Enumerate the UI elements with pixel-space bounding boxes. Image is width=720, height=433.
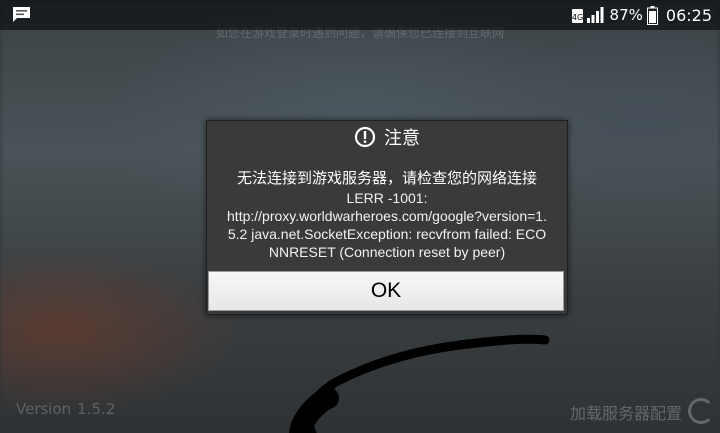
connection-error-dialog: 注意 无法连接到游戏服务器，请检查您的网络连接 LERR -1001: http… — [206, 120, 568, 315]
signal-strength-icon: 4G — [571, 7, 604, 23]
battery-icon — [646, 5, 658, 25]
error-message-zh: 无法连接到游戏服务器，请检查您的网络连接 — [236, 169, 537, 187]
error-detail: http://proxy.worldwarheroes.com/google?v… — [227, 208, 547, 260]
dialog-header: 注意 — [207, 121, 567, 153]
clock-time: 06:25 — [665, 5, 712, 25]
ok-button[interactable]: OK — [208, 271, 564, 311]
status-indicators: 4G 87% 06:25 — [571, 4, 712, 26]
dialog-title: 注意 — [384, 128, 420, 149]
battery-percent: 87% — [609, 6, 643, 24]
message-notification-icon[interactable] — [12, 6, 31, 23]
loading-spinner-icon — [688, 398, 714, 424]
network-type-label: 4G — [572, 13, 583, 22]
version-info: Version 1.5.2 — [16, 400, 115, 418]
error-code: LERR -1001: — [346, 190, 428, 206]
alert-icon — [354, 126, 376, 148]
version-label: Version — [16, 400, 72, 418]
version-number: 1.5.2 — [77, 400, 116, 418]
status-bar: 4G 87% 06:25 — [0, 0, 720, 30]
loading-status-text: 加载服务器配置 — [569, 404, 682, 423]
dialog-message: 无法连接到游戏服务器，请检查您的网络连接 LERR -1001: http://… — [223, 169, 551, 261]
